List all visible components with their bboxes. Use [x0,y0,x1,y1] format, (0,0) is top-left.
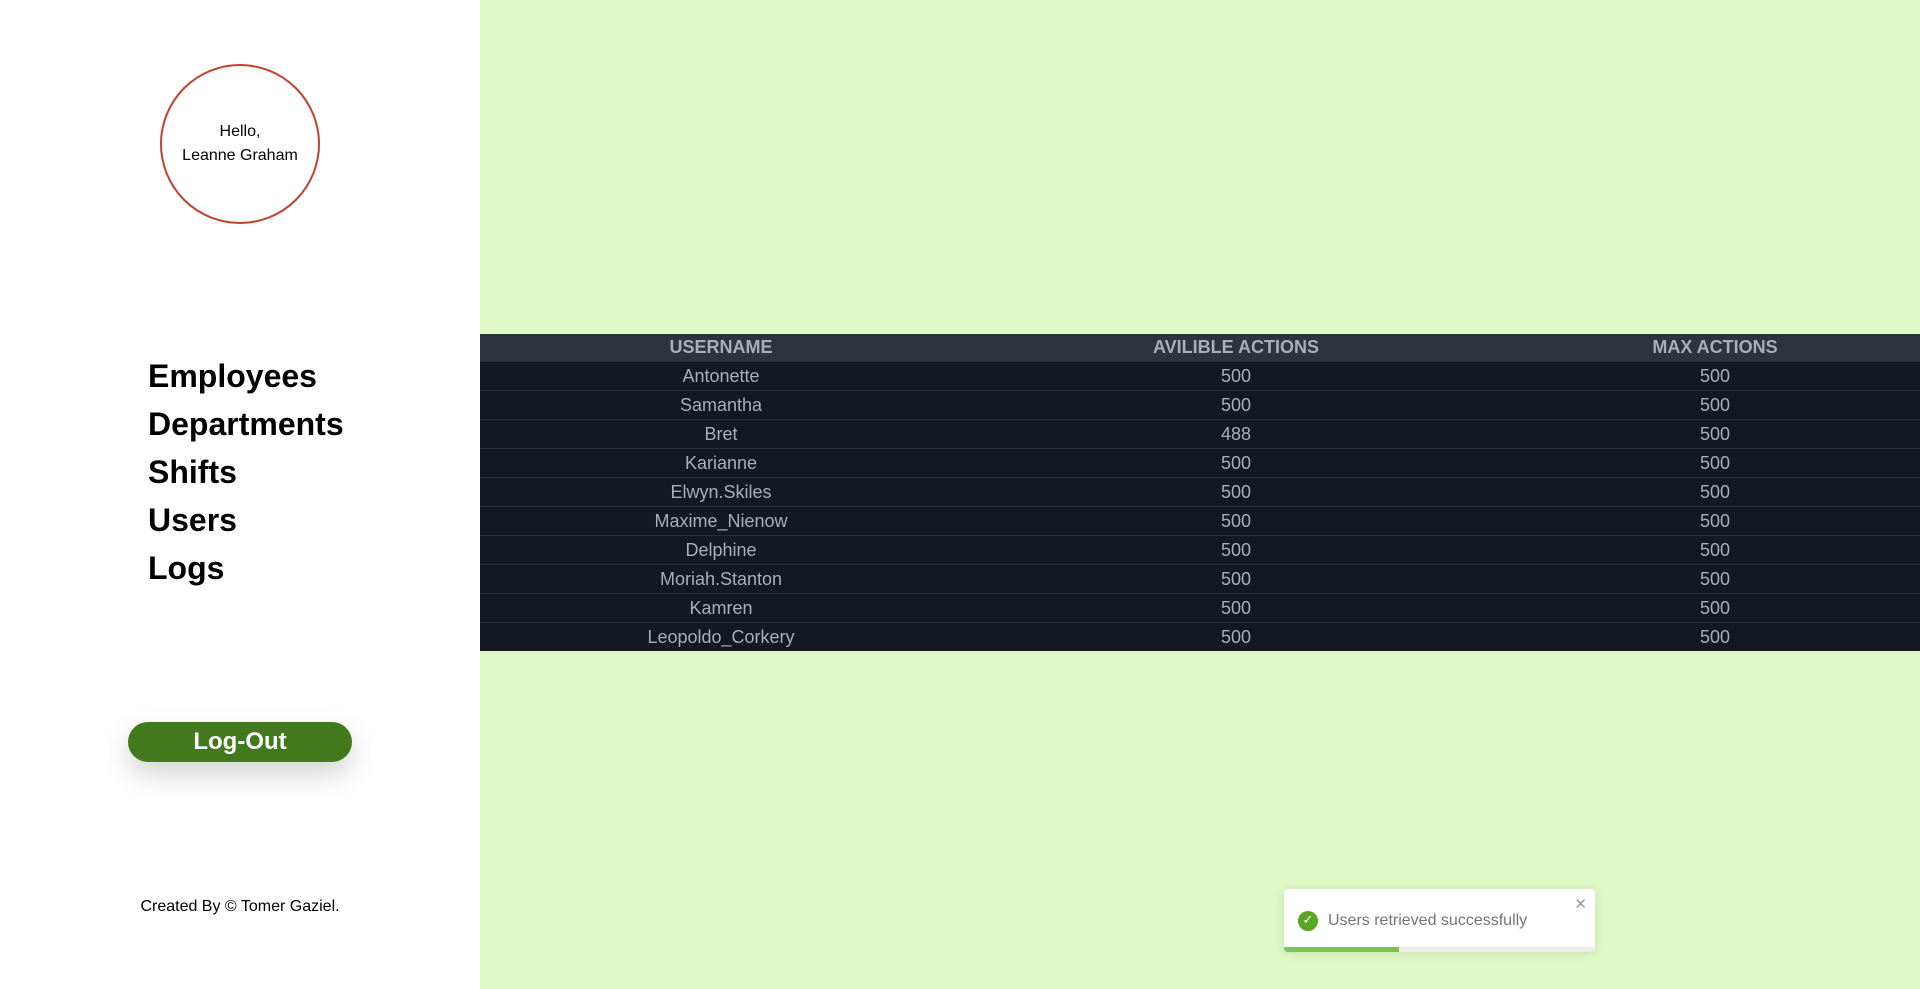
cell-available-actions: 500 [962,448,1510,478]
cell-username: Kamren [480,593,962,623]
table-row: Kamren 500 500 [480,593,1920,623]
sidebar: Hello, Leanne Graham Employees Departmen… [0,0,480,989]
header-username: USERNAME [480,334,962,362]
cell-username: Antonette [480,361,962,391]
nav-item-logs[interactable]: Logs [148,544,344,592]
table-row: Moriah.Stanton 500 500 [480,564,1920,594]
cell-available-actions: 500 [962,477,1510,507]
cell-available-actions: 500 [962,361,1510,391]
header-available-actions: AVILIBLE ACTIONS [962,334,1510,362]
table-row: Antonette 500 500 [480,361,1920,391]
cell-max-actions: 500 [1510,593,1920,623]
cell-max-actions: 500 [1510,622,1920,651]
footer-credit: Created By © Tomer Gaziel. [140,898,340,915]
cell-username: Maxime_Nienow [480,506,962,536]
cell-username: Samantha [480,390,962,420]
cell-username: Elwyn.Skiles [480,477,962,507]
main-nav: Employees Departments Shifts Users Logs [148,352,344,592]
cell-available-actions: 500 [962,564,1510,594]
users-table: USERNAME AVILIBLE ACTIONS MAX ACTIONS An… [480,334,1920,651]
cell-username: Karianne [480,448,962,478]
cell-max-actions: 500 [1510,390,1920,420]
table-row: Karianne 500 500 [480,448,1920,478]
table-row: Leopoldo_Corkery 500 500 [480,622,1920,651]
header-max-actions: MAX ACTIONS [1510,334,1920,362]
cell-username: Leopoldo_Corkery [480,622,962,651]
table-header-row: USERNAME AVILIBLE ACTIONS MAX ACTIONS [480,334,1920,362]
close-icon[interactable]: ✕ [1574,895,1587,913]
user-greeting-circle: Hello, Leanne Graham [160,64,320,224]
check-circle-icon: ✓ [1298,911,1318,931]
nav-item-shifts[interactable]: Shifts [148,448,344,496]
cell-available-actions: 500 [962,535,1510,565]
nav-item-departments[interactable]: Departments [148,400,344,448]
cell-available-actions: 488 [962,419,1510,449]
cell-max-actions: 500 [1510,506,1920,536]
greeting-hello: Hello, [219,123,261,140]
cell-max-actions: 500 [1510,477,1920,507]
toast-progress-track [1284,947,1595,952]
cell-username: Bret [480,419,962,449]
main-content: USERNAME AVILIBLE ACTIONS MAX ACTIONS An… [480,0,1920,989]
cell-max-actions: 500 [1510,535,1920,565]
table-row: Bret 488 500 [480,419,1920,449]
toast-message: Users retrieved successfully [1328,912,1528,929]
cell-max-actions: 500 [1510,448,1920,478]
cell-max-actions: 500 [1510,361,1920,391]
toast-progress-bar [1284,947,1400,952]
table-row: Maxime_Nienow 500 500 [480,506,1920,536]
cell-available-actions: 500 [962,622,1510,651]
cell-username: Moriah.Stanton [480,564,962,594]
cell-available-actions: 500 [962,506,1510,536]
cell-available-actions: 500 [962,593,1510,623]
nav-item-users[interactable]: Users [148,496,344,544]
cell-max-actions: 500 [1510,564,1920,594]
greeting-username: Leanne Graham [182,147,298,164]
success-toast: ✓ Users retrieved successfully ✕ [1284,889,1595,952]
table-row: Elwyn.Skiles 500 500 [480,477,1920,507]
table-row: Delphine 500 500 [480,535,1920,565]
nav-item-employees[interactable]: Employees [148,352,344,400]
cell-username: Delphine [480,535,962,565]
cell-available-actions: 500 [962,390,1510,420]
table-row: Samantha 500 500 [480,390,1920,420]
logout-button[interactable]: Log-Out [128,722,352,762]
cell-max-actions: 500 [1510,419,1920,449]
